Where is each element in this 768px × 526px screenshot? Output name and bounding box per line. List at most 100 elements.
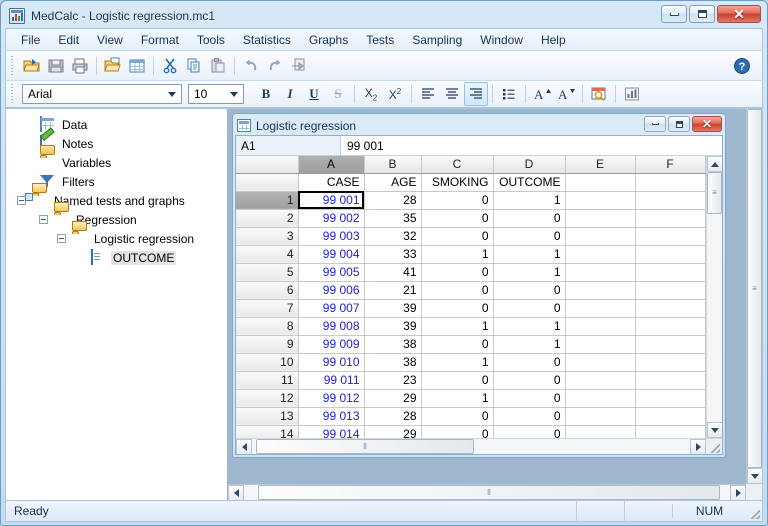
underline-button[interactable]: U: [302, 82, 326, 106]
cell-e13[interactable]: [565, 407, 636, 426]
row-header[interactable]: 12: [236, 389, 299, 408]
cell-e11[interactable]: [565, 371, 636, 390]
scroll-left-button[interactable]: [236, 439, 252, 454]
table-row[interactable]: 3 99 003 32 0 0: [236, 227, 706, 246]
row-header[interactable]: 5: [236, 263, 299, 282]
scroll-left-button[interactable]: [228, 485, 244, 500]
cell-e6[interactable]: [565, 281, 636, 300]
cell-reference-box[interactable]: A1: [236, 136, 341, 155]
cell-a10[interactable]: 99 010: [298, 353, 365, 372]
table-row[interactable]: 7 99 007 39 0 0: [236, 299, 706, 318]
child-close-button[interactable]: ✕: [692, 116, 722, 132]
cell-c6[interactable]: 0: [421, 281, 494, 300]
cell-f7[interactable]: [635, 299, 706, 318]
cell-b11[interactable]: 23: [364, 371, 422, 390]
cell-f13[interactable]: [635, 407, 706, 426]
row-header[interactable]: 13: [236, 407, 299, 426]
cell-d11[interactable]: 0: [493, 371, 566, 390]
copy-button[interactable]: [182, 54, 206, 78]
variable-name-f[interactable]: [635, 173, 706, 192]
formula-input[interactable]: 99 001: [341, 136, 722, 155]
column-header-a[interactable]: A: [298, 156, 365, 174]
table-row[interactable]: 10 99 010 38 1 0: [236, 353, 706, 372]
cell-b5[interactable]: 41: [364, 263, 422, 282]
align-right-button[interactable]: [464, 82, 488, 106]
cell-g10[interactable]: [705, 353, 706, 372]
cell-f12[interactable]: [635, 389, 706, 408]
cell-b12[interactable]: 29: [364, 389, 422, 408]
menu-item-edit[interactable]: Edit: [49, 31, 88, 49]
table-row[interactable]: 9 99 009 38 0 1: [236, 335, 706, 354]
cell-g14[interactable]: [705, 425, 706, 438]
cell-d7[interactable]: 0: [493, 299, 566, 318]
table-row[interactable]: 11 99 011 23 0 0: [236, 371, 706, 390]
sidebar-item-outcome[interactable]: OUTCOME: [6, 248, 227, 267]
cell-b9[interactable]: 38: [364, 335, 422, 354]
cell-d6[interactable]: 0: [493, 281, 566, 300]
cell-b1[interactable]: 28: [364, 191, 422, 210]
scroll-right-button[interactable]: [730, 485, 746, 500]
cell-a1[interactable]: 99 001: [298, 191, 365, 210]
sheet-vertical-scrollbar[interactable]: ≡: [706, 156, 722, 438]
cell-a13[interactable]: 99 013: [298, 407, 365, 426]
navigation-tree[interactable]: Data Notes Variables Filters Named tests…: [6, 109, 228, 500]
cell-c13[interactable]: 0: [421, 407, 494, 426]
cell-g13[interactable]: [705, 407, 706, 426]
cell-g3[interactable]: [705, 227, 706, 246]
workspace-vertical-scrollbar[interactable]: ≡: [746, 109, 762, 484]
cell-b3[interactable]: 32: [364, 227, 422, 246]
cell-c2[interactable]: 0: [421, 209, 494, 228]
menu-item-format[interactable]: Format: [132, 31, 188, 49]
cell-f9[interactable]: [635, 335, 706, 354]
cell-c3[interactable]: 0: [421, 227, 494, 246]
cell-b8[interactable]: 39: [364, 317, 422, 336]
menu-item-sampling[interactable]: Sampling: [403, 31, 471, 49]
row-header[interactable]: 11: [236, 371, 299, 390]
variable-name-case[interactable]: CASE: [298, 173, 365, 192]
column-header-f[interactable]: F: [635, 156, 706, 174]
sidebar-item-logistic-regression[interactable]: Logistic regression: [6, 220, 227, 248]
cell-d3[interactable]: 0: [493, 227, 566, 246]
sidebar-item-variables[interactable]: Variables: [6, 144, 227, 172]
menu-item-tools[interactable]: Tools: [188, 31, 234, 49]
row-header[interactable]: 1: [236, 191, 299, 210]
cell-b4[interactable]: 33: [364, 245, 422, 264]
find-button[interactable]: [587, 82, 611, 106]
cell-b6[interactable]: 21: [364, 281, 422, 300]
cell-a5[interactable]: 99 005: [298, 263, 365, 282]
cell-g12[interactable]: [705, 389, 706, 408]
open-file-button[interactable]: [20, 54, 44, 78]
row-header[interactable]: 4: [236, 245, 299, 264]
workspace-horizontal-scrollbar[interactable]: ⦀: [228, 484, 746, 500]
cell-a12[interactable]: 99 012: [298, 389, 365, 408]
collapse-expander[interactable]: [39, 215, 48, 224]
variable-name-smoking[interactable]: SMOKING: [421, 173, 494, 192]
cell-g5[interactable]: [705, 263, 706, 282]
cell-c4[interactable]: 1: [421, 245, 494, 264]
cell-e10[interactable]: [565, 353, 636, 372]
open-data-button[interactable]: [101, 54, 125, 78]
spreadsheet-button[interactable]: [125, 54, 149, 78]
format-toolbar-grip[interactable]: [10, 84, 17, 104]
cell-d4[interactable]: 1: [493, 245, 566, 264]
variable-name-e[interactable]: [565, 173, 636, 192]
cell-d13[interactable]: 0: [493, 407, 566, 426]
cell-a9[interactable]: 99 009: [298, 335, 365, 354]
cell-e3[interactable]: [565, 227, 636, 246]
scroll-thumb[interactable]: ⦀: [258, 485, 720, 500]
table-row[interactable]: 1 99 001 28 0 1: [236, 191, 706, 210]
cell-c8[interactable]: 1: [421, 317, 494, 336]
scroll-track[interactable]: ≡: [747, 109, 762, 468]
row-header[interactable]: 9: [236, 335, 299, 354]
cell-b7[interactable]: 39: [364, 299, 422, 318]
menu-item-file[interactable]: File: [12, 31, 49, 49]
toolbar-grip[interactable]: [10, 55, 17, 76]
scroll-thumb[interactable]: ≡: [747, 109, 762, 468]
cell-d12[interactable]: 0: [493, 389, 566, 408]
corner-header[interactable]: [236, 156, 299, 174]
scroll-down-button[interactable]: [747, 468, 762, 484]
superscript-button[interactable]: X2: [383, 82, 407, 106]
column-header-g[interactable]: [705, 156, 706, 174]
cell-g1[interactable]: [705, 191, 706, 210]
scroll-track[interactable]: ≡: [707, 172, 722, 422]
